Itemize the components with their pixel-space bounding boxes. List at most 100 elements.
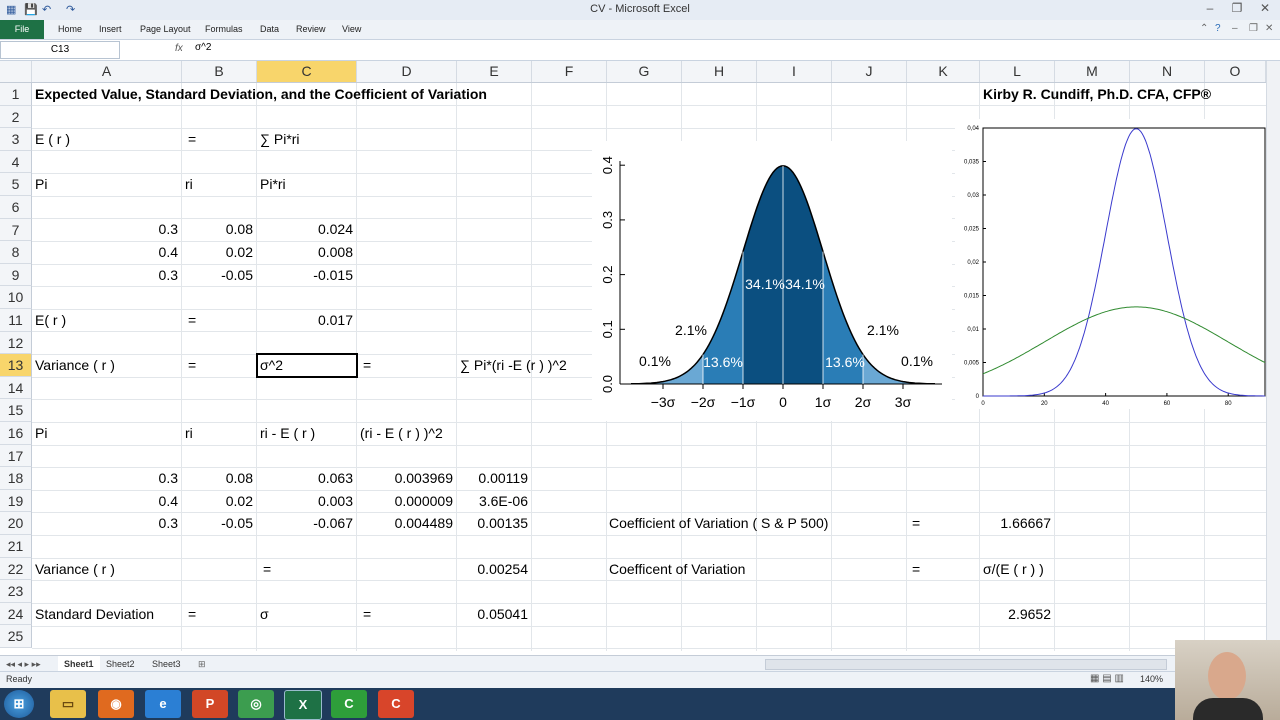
column-header[interactable]: M [1055, 61, 1130, 82]
cell-B9[interactable]: -0.05 [182, 264, 253, 286]
cell-A16[interactable]: Pi [35, 422, 47, 444]
column-header[interactable]: B [182, 61, 257, 82]
row-header[interactable]: 6 [0, 196, 32, 219]
cell-D19[interactable]: 0.000009 [357, 490, 453, 512]
cell-C11[interactable]: 0.017 [257, 309, 353, 331]
cell-E22[interactable]: 0.00254 [457, 558, 528, 580]
cell-B18[interactable]: 0.08 [182, 467, 253, 489]
active-cell-selection[interactable] [256, 353, 358, 378]
tab-insert[interactable]: Insert [99, 20, 122, 39]
camtasia-recorder-icon[interactable]: C [331, 690, 367, 718]
cell-E19[interactable]: 3.6E-06 [457, 490, 528, 512]
help-icon[interactable]: ? [1215, 23, 1221, 34]
sheet-tab[interactable]: Sheet3 [152, 656, 181, 672]
start-orb-icon[interactable]: ⊞ [4, 690, 34, 718]
cell-C5[interactable]: Pi*ri [260, 173, 286, 195]
close-icon[interactable]: ✕ [1250, 1, 1280, 15]
fx-icon[interactable]: fx [175, 43, 183, 54]
column-header[interactable]: O [1205, 61, 1266, 82]
cell-B5[interactable]: ri [185, 173, 193, 195]
cell-B24[interactable]: = [188, 603, 196, 625]
cell-K20[interactable]: = [912, 512, 920, 534]
cell-A5[interactable]: Pi [35, 173, 47, 195]
cell-G22[interactable]: Coefficent of Variation [609, 558, 745, 580]
column-header[interactable]: I [757, 61, 832, 82]
cell-A7[interactable]: 0.3 [35, 218, 178, 240]
column-header[interactable]: F [532, 61, 607, 82]
tab-home[interactable]: Home [58, 20, 82, 39]
row-header[interactable]: 9 [0, 263, 32, 287]
row-header[interactable]: 14 [0, 376, 32, 400]
cell-G20[interactable]: Coefficient of Variation ( S & P 500) [609, 512, 828, 534]
column-header[interactable]: K [907, 61, 980, 82]
cell-B16[interactable]: ri [185, 422, 193, 444]
column-header[interactable]: L [980, 61, 1055, 82]
internet-explorer-icon[interactable]: e [145, 690, 181, 718]
cell-C19[interactable]: 0.003 [257, 490, 353, 512]
row-header[interactable]: 19 [0, 489, 32, 513]
cell-K22[interactable]: = [912, 558, 920, 580]
tab-view[interactable]: View [342, 20, 361, 39]
cell-A9[interactable]: 0.3 [35, 264, 178, 286]
column-header[interactable]: D [357, 61, 457, 82]
row-header[interactable]: 4 [0, 150, 32, 174]
formula-input[interactable]: σ^2 [195, 42, 211, 53]
row-header[interactable]: 17 [0, 444, 32, 468]
column-header-selected[interactable]: C [257, 61, 357, 82]
cell-A13[interactable]: Variance ( r ) [35, 354, 115, 376]
cell-B20[interactable]: -0.05 [182, 512, 253, 534]
cell-D20[interactable]: 0.004489 [357, 512, 453, 534]
camtasia-studio-icon[interactable]: C [378, 690, 414, 718]
horizontal-scrollbar[interactable] [765, 659, 1167, 670]
tab-review[interactable]: Review [296, 20, 326, 39]
cell-L22[interactable]: σ/(E ( r ) ) [983, 558, 1044, 580]
cell-C22[interactable]: = [263, 558, 271, 580]
row-header[interactable]: 11 [0, 309, 32, 332]
cell-D13[interactable]: = [363, 354, 371, 376]
cell-A20[interactable]: 0.3 [35, 512, 178, 534]
cell-A22[interactable]: Variance ( r ) [35, 558, 115, 580]
zoom-level[interactable]: 140% [1140, 674, 1163, 684]
cell-A11[interactable]: E( r ) [35, 309, 66, 331]
cell-B13[interactable]: = [188, 354, 196, 376]
sheet-nav-icon[interactable]: ◂◂ ◂ ▸ ▸▸ [6, 656, 41, 672]
row-header[interactable]: 20 [0, 512, 32, 535]
row-header[interactable]: 23 [0, 580, 32, 603]
row-header[interactable]: 8 [0, 241, 32, 264]
workbook-minimize-icon[interactable]: – [1232, 23, 1238, 34]
cell-C7[interactable]: 0.024 [257, 218, 353, 240]
explorer-icon[interactable]: ▭ [50, 690, 86, 718]
tab-data[interactable]: Data [260, 20, 279, 39]
column-header[interactable]: E [457, 61, 532, 82]
workbook-restore-icon[interactable]: ❐ [1249, 23, 1258, 34]
cell-E18[interactable]: 0.00119 [457, 467, 528, 489]
name-box[interactable]: C13 [0, 41, 120, 59]
select-all-corner[interactable] [0, 61, 32, 82]
row-header[interactable]: 21 [0, 535, 32, 558]
cell-A1[interactable]: Expected Value, Standard Deviation, and … [35, 83, 487, 105]
row-header[interactable]: 10 [0, 286, 32, 309]
firefox-icon[interactable]: ◉ [98, 690, 134, 718]
cell-D18[interactable]: 0.003969 [357, 467, 453, 489]
row-header[interactable]: 18 [0, 467, 32, 490]
distribution-comparison-chart[interactable]: 00,0050,010,0150,020,0250,030,0350,04 02… [955, 119, 1266, 409]
powerpoint-icon[interactable]: P [192, 690, 228, 718]
row-header[interactable]: 25 [0, 625, 32, 648]
cell-L1[interactable]: Kirby R. Cundiff, Ph.D. CFA, CFP® [983, 83, 1211, 105]
cell-C18[interactable]: 0.063 [257, 467, 353, 489]
cell-B11[interactable]: = [188, 309, 196, 331]
cell-C24[interactable]: σ [260, 603, 269, 625]
row-header[interactable]: 3 [0, 128, 32, 151]
restore-icon[interactable]: ❐ [1222, 1, 1252, 15]
cell-C3[interactable]: ∑ Pi*ri [260, 128, 300, 150]
row-header[interactable]: 15 [0, 399, 32, 422]
row-header[interactable]: 12 [0, 331, 32, 355]
vertical-scrollbar[interactable] [1266, 61, 1280, 655]
column-header[interactable]: N [1130, 61, 1205, 82]
cell-L20[interactable]: 1.66667 [980, 512, 1051, 534]
row-header[interactable]: 7 [0, 218, 32, 242]
row-header[interactable]: 2 [0, 105, 32, 129]
sheet-tab-active[interactable]: Sheet1 [58, 656, 100, 672]
cell-E20[interactable]: 0.00135 [457, 512, 528, 534]
row-header[interactable]: 24 [0, 602, 32, 626]
